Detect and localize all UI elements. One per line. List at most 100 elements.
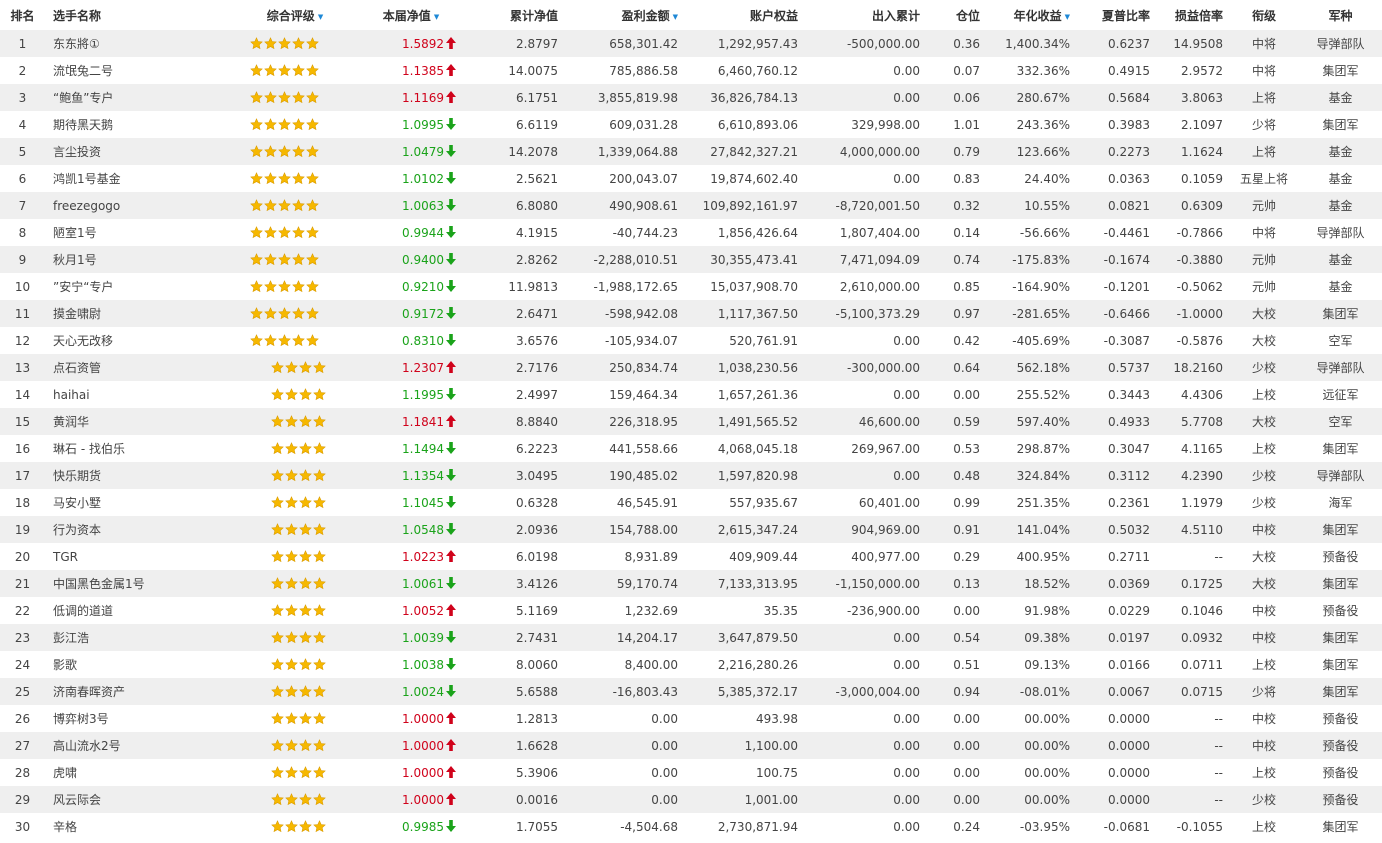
annual-cell: 00.00%: [986, 759, 1076, 786]
table-row[interactable]: 9 秋月1号 0.9400 2.8262 -2,288,010.51 30,355,473…: [0, 246, 1382, 273]
player-name-link[interactable]: 陋室1号: [45, 219, 210, 246]
table-row[interactable]: 27 高山流水2号 1.0000 1.6628 0.00 1,100.00 0.00 0.00…: [0, 732, 1382, 759]
col-army-header[interactable]: 军种: [1299, 0, 1382, 30]
army-cell: 导弹部队: [1299, 219, 1382, 246]
table-row[interactable]: 10 ”安宁“专户 0.9210 11.9813 -1,988,172.65 15,037…: [0, 273, 1382, 300]
table-row[interactable]: 22 低调的道道 1.0052 5.1169 1,232.69 35.35 -236,900…: [0, 597, 1382, 624]
col-pl-ratio-header[interactable]: 损益倍率: [1156, 0, 1229, 30]
title-cell: 元帅: [1229, 273, 1299, 300]
player-name-link[interactable]: 快乐期货: [45, 462, 210, 489]
table-row[interactable]: 16 琳石 - 找伯乐 1.1494 6.2223 441,558.66 4,068,04…: [0, 435, 1382, 462]
player-name-link[interactable]: 天心无改移: [45, 327, 210, 354]
player-name-link[interactable]: 中国黑色金属1号: [45, 570, 210, 597]
player-name-link[interactable]: “鲍鱼”专户: [45, 84, 210, 111]
table-row[interactable]: 29 风云际会 1.0000 0.0016 0.00 1,001.00 0.00 0.00 00…: [0, 786, 1382, 813]
cum-nav-cell: 0.0016: [462, 786, 564, 813]
equity-cell: 1,597,820.98: [684, 462, 804, 489]
col-equity-header[interactable]: 账户权益: [684, 0, 804, 30]
col-profit-header[interactable]: 盈利金额 ▼: [564, 0, 684, 30]
table-row[interactable]: 4 期待黑天鹅 1.0995 6.6119 609,031.28 6,610,893.06…: [0, 111, 1382, 138]
table-row[interactable]: 28 虎啸 1.0000 5.3906 0.00 100.75 0.00 0.00 00.00%…: [0, 759, 1382, 786]
rating-cell: [210, 489, 350, 516]
table-row[interactable]: 1 东东將① 1.5892 2.8797 658,301.42 1,292,957.43-…: [0, 30, 1382, 57]
player-name-link[interactable]: 济南春晖资产: [45, 678, 210, 705]
table-row[interactable]: 6 鸿凯1号基金 1.0102 2.5621 200,043.07 19,874,602.…: [0, 165, 1382, 192]
player-name-link[interactable]: ”安宁“专户: [45, 273, 210, 300]
table-row[interactable]: 18 马安小墅 1.1045 0.6328 46,545.91 557,935.67 60,…: [0, 489, 1382, 516]
player-name-link[interactable]: 言尘投资: [45, 138, 210, 165]
table-row[interactable]: 5 言尘投资 1.0479 14.2078 1,339,064.88 27,842,327…: [0, 138, 1382, 165]
nav-cell: 1.1045: [350, 489, 462, 516]
player-name-link[interactable]: 秋月1号: [45, 246, 210, 273]
player-name-link[interactable]: TGR: [45, 543, 210, 570]
player-name-link[interactable]: 期待黑天鹅: [45, 111, 210, 138]
table-row[interactable]: 26 博弈树3号 1.0000 1.2813 0.00 493.98 0.00 0.00 00.…: [0, 705, 1382, 732]
player-name-link[interactable]: 辛格: [45, 813, 210, 840]
player-name-link[interactable]: 琳石 - 找伯乐: [45, 435, 210, 462]
sort-down-icon[interactable]: ▼: [1065, 13, 1070, 21]
star-icon: [263, 37, 277, 50]
table-row[interactable]: 7 freezegogo 1.0063 6.8080 490,908.61 109,892…: [0, 192, 1382, 219]
player-name-link[interactable]: 点石资管: [45, 354, 210, 381]
player-name-link[interactable]: 流氓兔二号: [45, 57, 210, 84]
player-name-link[interactable]: 马安小墅: [45, 489, 210, 516]
player-name-link[interactable]: 鸿凯1号基金: [45, 165, 210, 192]
sort-down-icon[interactable]: ▼: [434, 13, 439, 21]
col-nav-header[interactable]: 本届净值 ▼: [350, 0, 462, 30]
table-row[interactable]: 8 陋室1号 0.9944 4.1915 -40,744.23 1,856,426.64 1…: [0, 219, 1382, 246]
table-row[interactable]: 30 辛格 0.9985 1.7055 -4,504.68 2,730,871.94 0.0…: [0, 813, 1382, 840]
col-flow-header[interactable]: 出入累计: [804, 0, 926, 30]
table-row[interactable]: 2 流氓兔二号 1.1385 14.0075 785,886.58 6,460,760.1…: [0, 57, 1382, 84]
table-row[interactable]: 11 摸金啸尉 0.9172 2.6471 -598,942.08 1,117,367.5…: [0, 300, 1382, 327]
table-row[interactable]: 12 天心无改移 0.8310 3.6576 -105,934.07 520,761.91…: [0, 327, 1382, 354]
star-icon: [263, 91, 277, 104]
player-name-link[interactable]: 摸金啸尉: [45, 300, 210, 327]
col-sharpe-header[interactable]: 夏普比率: [1076, 0, 1156, 30]
col-annual-header[interactable]: 年化收益 ▼: [986, 0, 1076, 30]
player-name-link[interactable]: 黄润华: [45, 408, 210, 435]
star-icon: [277, 199, 291, 212]
player-name-link[interactable]: freezegogo: [45, 192, 210, 219]
table-row[interactable]: 23 彭江浩 1.0039 2.7431 14,204.17 3,647,879.50 0.…: [0, 624, 1382, 651]
cum-nav-cell: 6.1751: [462, 84, 564, 111]
player-name-link[interactable]: 高山流水2号: [45, 732, 210, 759]
table-row[interactable]: 21 中国黑色金属1号 1.0061 3.4126 59,170.74 7,133,313…: [0, 570, 1382, 597]
player-name-link[interactable]: 行为资本: [45, 516, 210, 543]
table-row[interactable]: 14 haihai 1.1995 2.4997 159,464.34 1,657,261.…: [0, 381, 1382, 408]
player-name-link[interactable]: 风云际会: [45, 786, 210, 813]
table-row[interactable]: 13 点石资管 1.2307 2.7176 250,834.74 1,038,230.56…: [0, 354, 1382, 381]
col-name-header[interactable]: 选手名称: [45, 0, 210, 30]
player-name-link[interactable]: 彭江浩: [45, 624, 210, 651]
col-position-header[interactable]: 仓位: [926, 0, 986, 30]
star-icon: [271, 658, 284, 671]
arrow-up-icon: [444, 603, 456, 618]
table-row[interactable]: 17 快乐期货 1.1354 3.0495 190,485.02 1,597,820.98…: [0, 462, 1382, 489]
table-row[interactable]: 25 济南春晖资产 1.0024 5.6588 -16,803.43 5,385,372.…: [0, 678, 1382, 705]
table-row[interactable]: 19 行为资本 1.0548 2.0936 154,788.00 2,615,347.24…: [0, 516, 1382, 543]
player-name-link[interactable]: 博弈树3号: [45, 705, 210, 732]
star-icon: [271, 361, 284, 374]
pl-ratio-cell: 4.5110: [1156, 516, 1229, 543]
player-name-link[interactable]: 虎啸: [45, 759, 210, 786]
player-name-link[interactable]: 影歌: [45, 651, 210, 678]
star-icon: [285, 361, 298, 374]
sort-down-icon[interactable]: ▼: [318, 13, 323, 21]
table-row[interactable]: 15 黄润华 1.1841 8.8840 226,318.95 1,491,565.52 4…: [0, 408, 1382, 435]
sort-down-icon[interactable]: ▼: [673, 13, 678, 21]
col-rating-header[interactable]: 综合评级 ▼: [210, 0, 350, 30]
equity-cell: 1,856,426.64: [684, 219, 804, 246]
annual-cell: 597.40%: [986, 408, 1076, 435]
table-row[interactable]: 20 TGR 1.0223 6.0198 8,931.89 409,909.44 400,9…: [0, 543, 1382, 570]
table-row[interactable]: 3 “鲍鱼”专户 1.1169 6.1751 3,855,819.98 36,826,78…: [0, 84, 1382, 111]
player-name-link[interactable]: 东东將①: [45, 30, 210, 57]
player-name-link[interactable]: haihai: [45, 381, 210, 408]
table-row[interactable]: 24 影歌 1.0038 8.0060 8,400.00 2,216,280.26 0.00…: [0, 651, 1382, 678]
pl-ratio-cell: 0.0715: [1156, 678, 1229, 705]
star-icon: [285, 577, 298, 590]
col-cum-nav-header[interactable]: 累计净值: [462, 0, 564, 30]
player-name-link[interactable]: 低调的道道: [45, 597, 210, 624]
col-rank-header[interactable]: 排名: [0, 0, 45, 30]
profit-cell: -4,504.68: [564, 813, 684, 840]
col-title-header[interactable]: 衔级: [1229, 0, 1299, 30]
profit-cell: -598,942.08: [564, 300, 684, 327]
